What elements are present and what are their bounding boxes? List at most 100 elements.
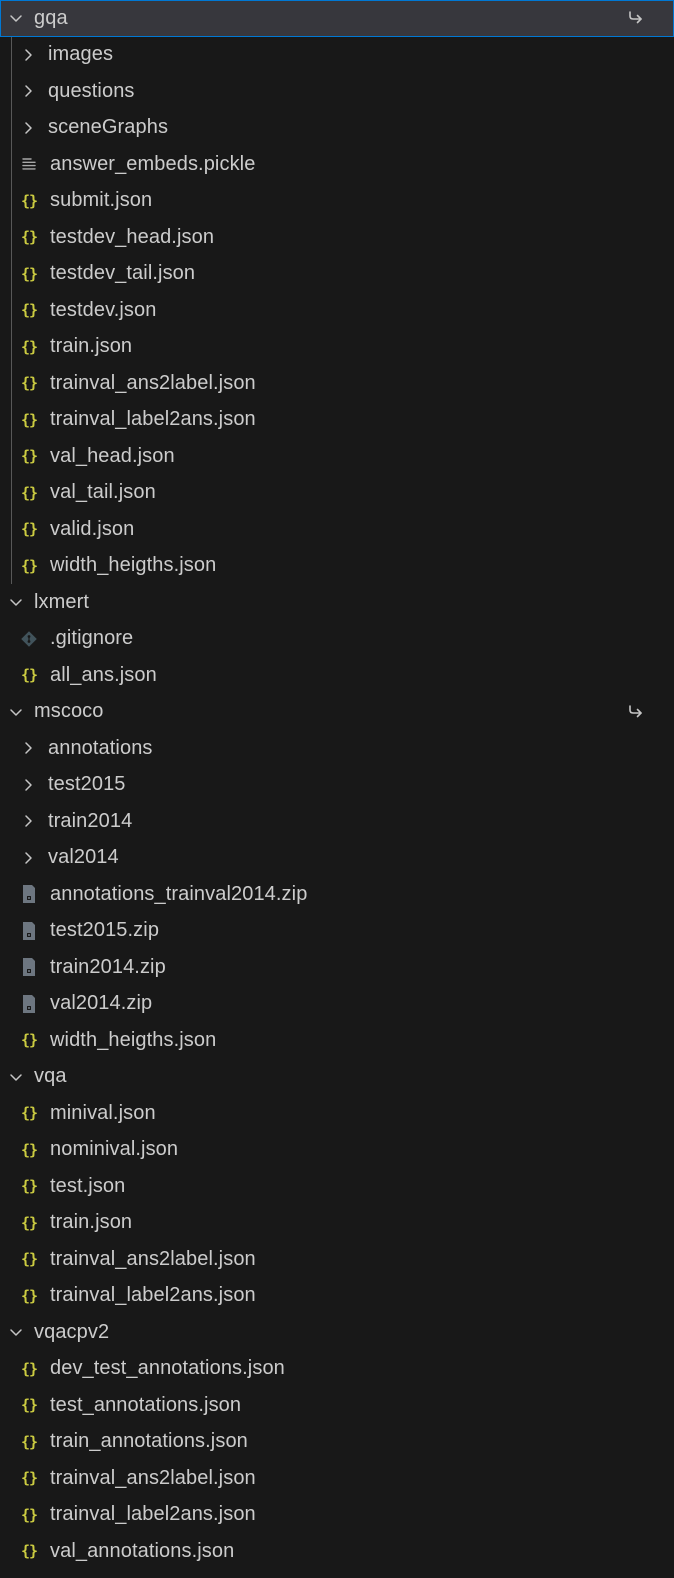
folder-label: test2015 — [48, 773, 126, 796]
file-label: submit.json — [50, 189, 153, 212]
file-item-trainval-ans2label-json[interactable]: {} trainval_ans2label.json — [0, 365, 674, 402]
file-label: val_annotations.json — [50, 1539, 235, 1562]
file-item-trainval-ans2label-json[interactable]: {} trainval_ans2label.json — [0, 1241, 674, 1278]
file-item-gitignore[interactable]: .gitignore — [0, 621, 674, 658]
chevron-down-icon[interactable] — [8, 704, 24, 720]
file-label: width_heigths.json — [50, 1028, 217, 1051]
file-item-val-tail-json[interactable]: {} val_tail.json — [0, 475, 674, 512]
json-icon: {} — [20, 301, 38, 320]
file-label: all_ans.json — [50, 663, 157, 686]
chevron-down-icon[interactable] — [8, 1324, 24, 1340]
chevron-right-icon[interactable] — [20, 740, 36, 756]
folder-label: sceneGraphs — [48, 116, 169, 139]
file-label: test.json — [50, 1174, 126, 1197]
file-label: answer_embeds.pickle — [50, 152, 256, 175]
follow-arrow-icon[interactable] — [626, 703, 646, 721]
file-label: train2014.zip — [50, 955, 166, 978]
file-label: valid.json — [50, 517, 135, 540]
folder-item-annotations[interactable]: annotations — [0, 730, 674, 767]
file-label: width_heigths.json — [50, 554, 217, 577]
follow-arrow-icon[interactable] — [626, 9, 646, 27]
folder-item-mscoco[interactable]: mscoco — [0, 694, 674, 731]
file-label: testdev_head.json — [50, 225, 215, 248]
git-icon — [20, 629, 38, 649]
file-item-testdev-json[interactable]: {} testdev.json — [0, 292, 674, 329]
folder-label: lxmert — [34, 590, 90, 613]
file-item-all-ans-json[interactable]: {} all_ans.json — [0, 657, 674, 694]
text-file-icon — [20, 154, 38, 174]
json-icon: {} — [20, 191, 38, 210]
file-item-trainval-ans2label-json[interactable]: {} trainval_ans2label.json — [0, 1460, 674, 1497]
file-item-train-json[interactable]: {} train.json — [0, 1205, 674, 1242]
file-item-val2014-zip[interactable]: val2014.zip — [0, 986, 674, 1023]
chevron-right-icon[interactable] — [20, 777, 36, 793]
file-item-valid-json[interactable]: {} valid.json — [0, 511, 674, 548]
folder-item-vqa[interactable]: vqa — [0, 1059, 674, 1096]
file-label: val_head.json — [50, 444, 175, 467]
file-item-val-head-json[interactable]: {} val_head.json — [0, 438, 674, 475]
file-item-width-heigths-json[interactable]: {} width_heigths.json — [0, 548, 674, 585]
folder-item-train2014[interactable]: train2014 — [0, 803, 674, 840]
json-icon: {} — [20, 1505, 38, 1524]
chevron-right-icon[interactable] — [20, 850, 36, 866]
file-label: trainval_ans2label.json — [50, 1466, 256, 1489]
file-item-train2014-zip[interactable]: train2014.zip — [0, 949, 674, 986]
folder-label: train2014 — [48, 809, 133, 832]
file-label: annotations_trainval2014.zip — [50, 882, 308, 905]
file-item-testdev-tail-json[interactable]: {} testdev_tail.json — [0, 256, 674, 293]
chevron-right-icon[interactable] — [20, 120, 36, 136]
zip-icon — [20, 957, 38, 977]
folder-item-gqa[interactable]: gqa — [0, 0, 674, 37]
folder-item-vqacpv2[interactable]: vqacpv2 — [0, 1314, 674, 1351]
file-item-test-json[interactable]: {} test.json — [0, 1168, 674, 1205]
file-item-annotations-trainval2014-zip[interactable]: annotations_trainval2014.zip — [0, 876, 674, 913]
chevron-right-icon[interactable] — [20, 83, 36, 99]
file-item-testdev-head-json[interactable]: {} testdev_head.json — [0, 219, 674, 256]
file-item-answer-embeds-pickle[interactable]: answer_embeds.pickle — [0, 146, 674, 183]
file-item-minival-json[interactable]: {} minival.json — [0, 1095, 674, 1132]
file-item-nominival-json[interactable]: {} nominival.json — [0, 1132, 674, 1169]
chevron-down-icon[interactable] — [8, 10, 24, 26]
file-item-train-json[interactable]: {} train.json — [0, 329, 674, 366]
chevron-down-icon[interactable] — [8, 594, 24, 610]
file-label: trainval_label2ans.json — [50, 408, 256, 431]
file-label: testdev_tail.json — [50, 262, 196, 285]
file-item-width-heigths-json[interactable]: {} width_heigths.json — [0, 1022, 674, 1059]
zip-icon — [20, 921, 38, 941]
file-item-submit-json[interactable]: {} submit.json — [0, 183, 674, 220]
folder-item-test2015[interactable]: test2015 — [0, 767, 674, 804]
folder-item-val2014[interactable]: val2014 — [0, 840, 674, 877]
folder-item-images[interactable]: images — [0, 37, 674, 74]
file-item-train-annotations-json[interactable]: {} train_annotations.json — [0, 1424, 674, 1461]
file-item-test-annotations-json[interactable]: {} test_annotations.json — [0, 1387, 674, 1424]
folder-label: questions — [48, 79, 135, 102]
json-icon: {} — [20, 410, 38, 429]
file-item-test2015-zip[interactable]: test2015.zip — [0, 913, 674, 950]
file-label: minival.json — [50, 1101, 156, 1124]
file-label: train.json — [50, 335, 133, 358]
json-icon: {} — [20, 1104, 38, 1123]
folder-label: mscoco — [34, 700, 104, 723]
file-item-trainval-label2ans-json[interactable]: {} trainval_label2ans.json — [0, 402, 674, 439]
json-icon: {} — [20, 483, 38, 502]
file-label: val2014.zip — [50, 992, 153, 1015]
file-label: nominival.json — [50, 1138, 179, 1161]
file-item-val-annotations-json[interactable]: {} val_annotations.json — [0, 1533, 674, 1570]
json-icon: {} — [20, 264, 38, 283]
folder-item-questions[interactable]: questions — [0, 73, 674, 110]
json-icon: {} — [20, 666, 38, 685]
file-label: testdev.json — [50, 298, 157, 321]
chevron-down-icon[interactable] — [8, 1069, 24, 1085]
json-icon: {} — [20, 1031, 38, 1050]
file-explorer-tree: gqa images questions sceneGraphs answer_embe… — [0, 0, 674, 1578]
folder-label: gqa — [34, 6, 68, 29]
json-icon: {} — [20, 1177, 38, 1196]
file-item-dev-test-annotations-json[interactable]: {} dev_test_annotations.json — [0, 1351, 674, 1388]
file-label: trainval_ans2label.json — [50, 1247, 256, 1270]
chevron-right-icon[interactable] — [20, 47, 36, 63]
folder-item-scenegraphs[interactable]: sceneGraphs — [0, 110, 674, 147]
chevron-right-icon[interactable] — [20, 813, 36, 829]
file-item-trainval-label2ans-json[interactable]: {} trainval_label2ans.json — [0, 1278, 674, 1315]
folder-item-lxmert[interactable]: lxmert — [0, 584, 674, 621]
file-item-trainval-label2ans-json[interactable]: {} trainval_label2ans.json — [0, 1497, 674, 1534]
